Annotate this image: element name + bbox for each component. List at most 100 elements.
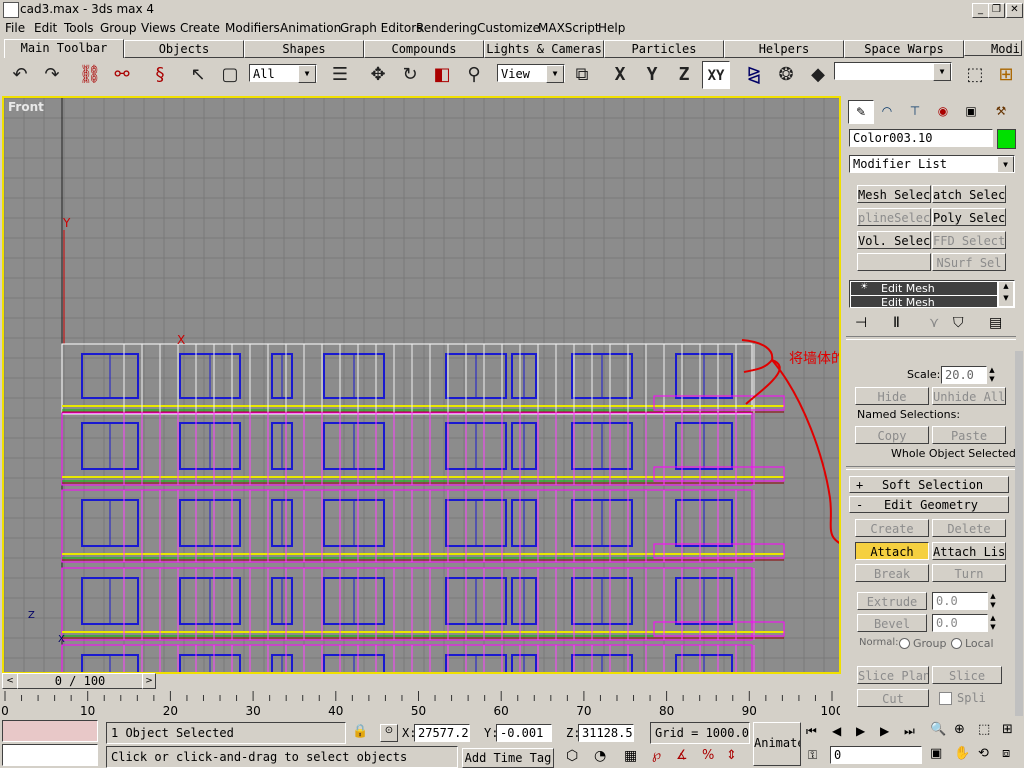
menu-create[interactable]: Create (180, 21, 220, 35)
pivot-center-icon[interactable]: ⧉ (568, 61, 596, 89)
percent-snap-icon[interactable]: % (702, 748, 714, 763)
extrude-spinner[interactable]: ▲ ▼ (988, 592, 998, 610)
restrict-z-button[interactable]: Z (670, 61, 698, 89)
spline-select-button[interactable]: plineSelect (857, 208, 931, 226)
viewport-label[interactable]: Front (8, 100, 44, 114)
time-slider-next[interactable]: > (142, 673, 156, 689)
maxscript-listener-white[interactable] (2, 744, 98, 766)
remove-modifier-icon[interactable]: ⛉ (953, 315, 964, 331)
add-time-tag-button[interactable]: Add Time Tag (462, 748, 554, 768)
snap-toggle-icon[interactable]: ℘ (652, 748, 661, 763)
tab-helpers[interactable]: Helpers (724, 40, 844, 58)
menu-rendering[interactable]: Rendering (416, 21, 477, 35)
break-button[interactable]: Break (855, 564, 929, 582)
hierarchy-tab-icon[interactable]: ⊤ (903, 100, 927, 122)
command-panel-scrollbar[interactable] (1015, 351, 1023, 716)
display-tab-icon[interactable]: ▣ (959, 100, 983, 122)
stack-item-edit-mesh[interactable]: Edit Mesh (851, 282, 997, 295)
scale-icon[interactable]: ◧ (428, 61, 456, 89)
scale-field[interactable]: 20.0 (941, 366, 987, 384)
tab-particles[interactable]: Particles (604, 40, 724, 58)
angle-snap-icon[interactable]: ∡ (676, 748, 688, 763)
rotate-icon[interactable]: ↻ (396, 61, 424, 89)
x-coord-field[interactable]: 27577.22 (414, 724, 470, 742)
empty-modifier-button[interactable] (857, 253, 931, 271)
select-and-link-icon[interactable]: ⛓ (76, 61, 104, 89)
stack-item-edit-mesh[interactable]: Edit Mesh (851, 296, 997, 307)
attach-list-button[interactable]: Attach List (932, 542, 1006, 560)
mirror-icon[interactable]: ⧎ (740, 61, 768, 89)
vol-select-button[interactable]: Vol. Select (857, 231, 931, 249)
animate-button[interactable]: Animate (753, 722, 801, 766)
spinner-snap-icon[interactable]: ⇕ (726, 748, 737, 763)
select-by-name-icon[interactable]: ☰ (326, 61, 354, 89)
zoom-extents-all-icon[interactable]: ⊞ (1002, 722, 1013, 737)
local-radio[interactable] (951, 638, 962, 649)
mesh-select-button[interactable]: Mesh Select (857, 185, 931, 203)
configure-modifier-sets-icon[interactable]: ▤ (989, 315, 1002, 331)
undo-icon[interactable]: ↶ (6, 61, 34, 89)
nsurf-sel-button[interactable]: NSurf Sel (932, 253, 1006, 271)
menu-group[interactable]: Group (100, 21, 137, 35)
schematic-view-icon[interactable]: ⊞ (992, 61, 1020, 89)
create-tab-icon[interactable]: ✎ (848, 100, 874, 124)
tab-space-warps[interactable]: Space Warps (844, 40, 964, 58)
extrude-field[interactable]: 0.0 (932, 592, 988, 610)
create-button[interactable]: Create (855, 519, 929, 537)
unlink-selection-icon[interactable]: ⚯ (108, 61, 136, 89)
zoom-icon[interactable]: 🔍 (930, 722, 946, 737)
extrude-button[interactable]: Extrude (857, 592, 927, 610)
next-frame-icon[interactable]: ▶ (880, 724, 889, 738)
restrict-xy-button[interactable]: XY (702, 61, 730, 89)
bevel-field[interactable]: 0.0 (932, 614, 988, 632)
show-end-result-icon[interactable]: Ⅱ (893, 315, 900, 331)
scroll-down-icon[interactable]: ▼ (999, 294, 1013, 306)
zoom-all-icon[interactable]: ⊕ (954, 722, 965, 737)
scroll-up-icon[interactable]: ▲ (999, 282, 1013, 294)
select-object-icon[interactable]: ↖ (184, 61, 212, 89)
attach-button[interactable]: Attach (855, 542, 929, 560)
group-radio[interactable] (899, 638, 910, 649)
unhide-all-button[interactable]: Unhide All (932, 387, 1006, 405)
go-to-end-icon[interactable]: ⏭ (904, 724, 915, 739)
restore-button[interactable]: ❐ (988, 3, 1005, 18)
viewport-canvas[interactable] (4, 98, 839, 672)
named-selection-set-dropdown[interactable]: ▼ (834, 62, 952, 81)
region-zoom-icon[interactable]: ▣ (930, 746, 942, 761)
menu-maxscript[interactable]: MAXScript (538, 21, 600, 35)
play-icon[interactable]: ▶ (856, 724, 865, 738)
object-name-field[interactable]: Color003.10 (849, 129, 993, 147)
manipulate-icon[interactable]: ⚲ (460, 61, 488, 89)
menu-file[interactable]: File (5, 21, 25, 35)
utilities-tab-icon[interactable]: ⚒ (989, 100, 1013, 122)
tab-compounds[interactable]: Compounds (364, 40, 484, 58)
reference-coord-dropdown[interactable]: View ▼ (497, 64, 565, 83)
move-icon[interactable]: ✥ (364, 61, 392, 89)
zoom-extents-icon[interactable]: ⬚ (978, 722, 990, 737)
track-view-icon[interactable]: ⬚ (961, 61, 989, 89)
menu-customize[interactable]: Customize (477, 21, 540, 35)
arc-rotate-icon[interactable]: ⟲ (978, 746, 989, 761)
modifier-list-dropdown[interactable]: Modifier List ▼ (849, 155, 1015, 173)
go-to-start-icon[interactable]: ⏮ (806, 724, 817, 739)
menu-animation[interactable]: Animation (280, 21, 341, 35)
motion-tab-icon[interactable]: ◉ (931, 100, 955, 122)
crossing-selection-icon[interactable]: ▦ (624, 748, 637, 764)
z-coord-field[interactable]: 31128.52 (578, 724, 634, 742)
degradation-override-icon[interactable]: ◔ (594, 748, 606, 764)
turn-button[interactable]: Turn (932, 564, 1006, 582)
time-slider-thumb[interactable]: 0 / 100 (17, 673, 143, 689)
tab-main-toolbar[interactable]: Main Toolbar (4, 39, 124, 58)
paste-button[interactable]: Paste (932, 426, 1006, 444)
absolute-mode-icon[interactable]: ⊙ (380, 724, 398, 742)
hide-button[interactable]: Hide (855, 387, 929, 405)
key-mode-icon[interactable]: ⚿ (808, 748, 817, 763)
menu-help[interactable]: Help (598, 21, 625, 35)
menu-views[interactable]: Views (141, 21, 176, 35)
ffd-select-button[interactable]: FFD Select (932, 231, 1006, 249)
previous-frame-icon[interactable]: ◀ (832, 724, 841, 738)
maximize-viewport-icon[interactable]: ⧈ (1002, 746, 1010, 761)
region-select-icon[interactable]: ▢ (216, 61, 244, 89)
tab-objects[interactable]: Objects (124, 40, 244, 58)
lock-selection-icon[interactable]: 🔒 (352, 724, 368, 739)
